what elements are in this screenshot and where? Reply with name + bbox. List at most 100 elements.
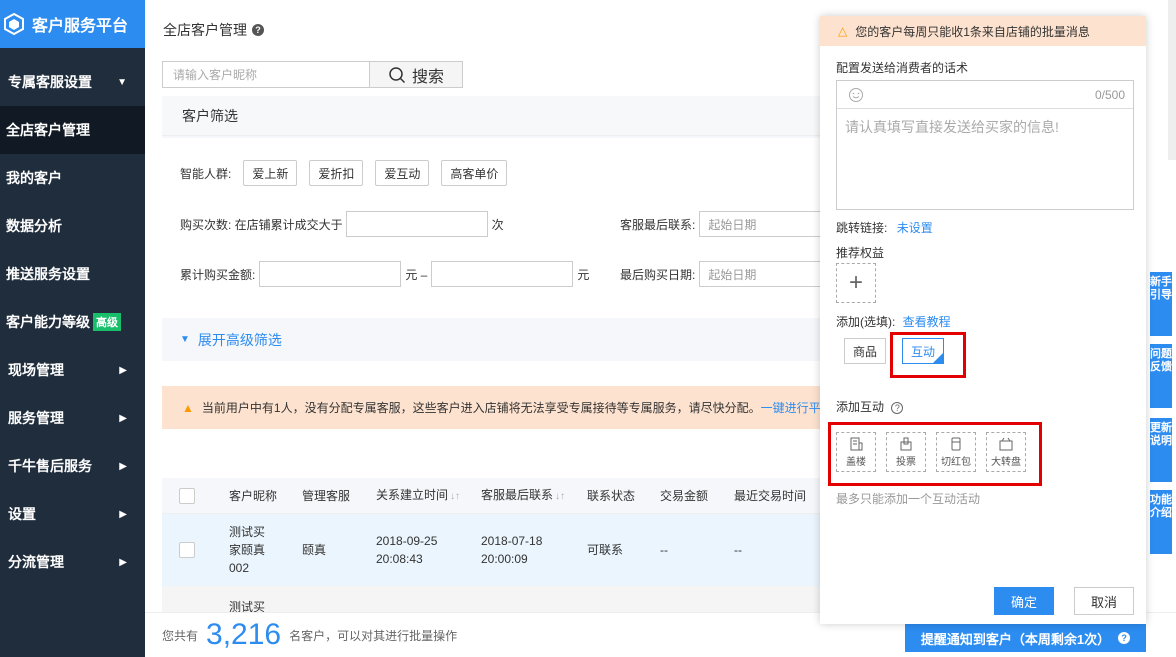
nav-routing[interactable]: 分流管理 ▶: [0, 538, 145, 586]
search-icon: [389, 66, 406, 83]
row-checkbox[interactable]: [179, 542, 195, 558]
nav-label: 千牛售后服务: [8, 458, 92, 474]
crowd-tag-interact[interactable]: 爱互动: [375, 160, 430, 186]
table-header: 客户昵称 管理客服 关系建立时间 ↓↑ 客服最后联系 ↓↑ 联系状态 交易金额 最近…: [162, 478, 862, 514]
side-tab-features[interactable]: 功能介绍: [1150, 490, 1172, 554]
nav-label: 分流管理: [8, 554, 64, 570]
cell-last-trade: --: [734, 543, 742, 557]
cell-created: 2018-09-25 20:08:43: [376, 534, 438, 566]
nav-all-customers[interactable]: 全店客户管理: [0, 106, 145, 154]
cell-agent: 颐真: [302, 543, 327, 557]
side-tab-feedback[interactable]: 问题反馈: [1150, 344, 1172, 408]
crowd-tag-new[interactable]: 爱上新: [243, 160, 298, 186]
nav-my-customers[interactable]: 我的客户: [0, 154, 145, 202]
select-all-checkbox[interactable]: [179, 487, 195, 504]
amount-max-input[interactable]: [431, 261, 574, 287]
unassigned-notice: ▲ 当前用户中有1人，没有分配专属客服，这些客户进入店铺将无法享受专属接待等专属…: [162, 386, 862, 429]
footer-prefix: 您共有: [162, 628, 199, 643]
help-icon[interactable]: ?: [252, 24, 264, 36]
interact-hint: 最多只能添加一个互动活动: [836, 492, 981, 506]
nav-settings[interactable]: 设置 ▶: [0, 490, 145, 538]
help-icon[interactable]: ?: [1118, 632, 1131, 644]
header-last-contact[interactable]: 客服最后联系 ↓↑: [481, 486, 587, 506]
editor-toolbar: 0/500: [837, 81, 1133, 109]
nav-push-settings[interactable]: 推送服务设置: [0, 250, 145, 298]
nav-label: 设置: [8, 506, 36, 522]
last-buy-date-input[interactable]: 起始日期: [699, 261, 840, 287]
nav-site-management[interactable]: 现场管理 ▶: [0, 346, 145, 394]
message-editor[interactable]: 0/500 请认真填写直接发送给买家的信息!: [836, 80, 1134, 210]
search-input[interactable]: [162, 61, 370, 88]
warning-icon: ▲: [182, 400, 194, 415]
cell-last-contact: 2018-07-18 20:00:09: [481, 534, 543, 566]
cancel-button[interactable]: 取消: [1074, 587, 1134, 615]
nav-exclusive-service[interactable]: 专属客服设置 ▼: [0, 58, 145, 106]
last-contact-label: 客服最后联系:: [620, 217, 696, 232]
nav-service-management[interactable]: 服务管理 ▶: [0, 394, 145, 442]
page-title: 全店客户管理 ?: [163, 20, 264, 40]
search-button[interactable]: 搜索: [370, 61, 463, 88]
notice-link[interactable]: 一键进行平: [761, 399, 821, 416]
tutorial-link[interactable]: 查看教程: [903, 315, 951, 329]
side-tab-guide[interactable]: 新手引导: [1150, 272, 1172, 336]
add-benefit-button[interactable]: +: [836, 263, 876, 303]
app-logo[interactable]: 客户服务平台: [0, 0, 145, 48]
crowd-row: 智能人群: 爱上新 爱折扣 爱互动 高客单价: [180, 160, 519, 186]
header-last-trade: 最近交易时间: [734, 488, 807, 503]
header-nick: 客户昵称: [229, 488, 278, 503]
logo-icon: [4, 13, 24, 35]
help-icon[interactable]: ?: [891, 402, 904, 414]
msg-label: 配置发送给消费者的话术: [836, 61, 969, 75]
nav-label: 客户能力等级: [6, 314, 90, 330]
scrollbar[interactable]: [1168, 0, 1176, 160]
filter-title: 客户筛选: [162, 96, 862, 136]
last-contact-date-input[interactable]: 起始日期: [699, 211, 840, 237]
nav-customer-level[interactable]: 客户能力等级 高级: [0, 298, 145, 346]
filter-panel: 客户筛选 智能人群: 爱上新 爱折扣 爱互动 高客单价 购买次数: 在店铺累计成…: [162, 96, 862, 361]
amount-separator: 元 –: [405, 267, 428, 282]
filter-body: 智能人群: 爱上新 爱折扣 爱互动 高客单价 购买次数: 在店铺累计成交大于 次…: [162, 138, 862, 318]
app-title: 客户服务平台: [32, 18, 129, 35]
chevron-down-icon: ▼: [117, 76, 127, 88]
table-row[interactable]: 测试买 家颐真 002 颐真 2018-09-25 20:08:43 2018-…: [162, 514, 862, 586]
amount-label: 累计购买金额:: [180, 267, 256, 282]
cell-amount: --: [660, 543, 668, 557]
purchase-unit: 次: [491, 217, 504, 232]
header-created[interactable]: 关系建立时间 ↓↑: [376, 486, 481, 506]
add-label: 添加(选填):: [836, 315, 896, 329]
highlight-box: [828, 422, 1042, 486]
customer-table: 客户昵称 管理客服 关系建立时间 ↓↑ 客服最后联系 ↓↑ 联系状态 交易金额 最近…: [162, 478, 862, 626]
header-status: 联系状态: [587, 488, 636, 503]
header-last-contact-label: 客服最后联系: [481, 487, 554, 502]
type-goods-button[interactable]: 商品: [844, 338, 887, 364]
crowd-tag-high-price[interactable]: 高客单价: [441, 160, 508, 186]
nav-label: 服务管理: [8, 410, 64, 426]
sidebar: 客户服务平台 专属客服设置 ▼ 全店客户管理 我的客户 数据分析 推送服务设置 客…: [0, 0, 145, 657]
chevron-right-icon: ▶: [119, 508, 127, 520]
nav-label: 数据分析: [6, 218, 62, 234]
confirm-button[interactable]: 确定: [994, 587, 1054, 615]
nav-label: 现场管理: [8, 362, 64, 378]
chevron-right-icon: ▶: [119, 556, 127, 568]
drawer-warning: △ 您的客户每周只能收1条来自店铺的批量消息: [820, 16, 1146, 46]
amount-min-input[interactable]: [259, 261, 402, 287]
nav-label: 推送服务设置: [6, 266, 90, 282]
jump-link[interactable]: 未设置: [897, 221, 933, 235]
char-counter: 0/500: [1094, 87, 1125, 102]
nav-after-sales[interactable]: 千牛售后服务 ▶: [0, 442, 145, 490]
purchase-count-input[interactable]: [345, 211, 488, 237]
crowd-tag-discount[interactable]: 爱折扣: [309, 160, 364, 186]
cell-status: 可联系: [587, 543, 624, 557]
expand-advanced-filter[interactable]: ▼ 展开高级筛选: [162, 318, 862, 361]
chevron-right-icon: ▶: [119, 460, 127, 472]
header-agent: 管理客服: [302, 488, 351, 503]
emoji-icon[interactable]: [849, 87, 863, 102]
highlight-box: [890, 332, 966, 378]
footer-suffix: 名客户，可以对其进行批量操作: [289, 628, 458, 643]
message-textarea[interactable]: 请认真填写直接发送给买家的信息!: [837, 109, 1133, 145]
notify-customers-button[interactable]: 提醒通知到客户（本周剩余1次） ?: [905, 624, 1146, 652]
nav-data-analysis[interactable]: 数据分析: [0, 202, 145, 250]
search-button-label: 搜索: [411, 68, 444, 86]
side-tab-updates[interactable]: 更新说明: [1150, 418, 1172, 482]
search-bar: 搜索: [162, 61, 463, 88]
